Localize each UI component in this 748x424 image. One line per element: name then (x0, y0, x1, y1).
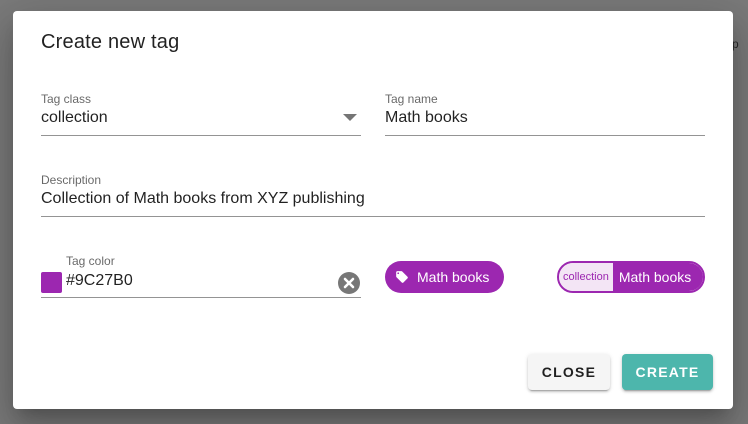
create-tag-dialog: Create new tag Tag class collection Tag … (13, 11, 733, 409)
chip-name-label: Math books (612, 263, 703, 291)
description-label: Description (41, 173, 102, 187)
tag-class-value[interactable]: collection (41, 109, 108, 127)
tag-class-select[interactable]: Tag class collection (41, 92, 361, 136)
description-field[interactable]: Description Collection of Math books fro… (41, 173, 705, 217)
tag-color-field[interactable]: Tag color #9C27B0 (41, 254, 361, 298)
dialog-title: Create new tag (41, 31, 180, 53)
tag-color-underline (41, 297, 361, 298)
chip-class-label: collection (559, 263, 613, 291)
description-underline (41, 216, 705, 217)
tag-name-field[interactable]: Tag name Math books (385, 92, 705, 136)
tag-name-underline (385, 135, 705, 136)
create-button[interactable]: CREATE (622, 354, 713, 390)
tag-class-underline (41, 135, 361, 136)
tag-name-input[interactable]: Math books (385, 109, 468, 127)
tag-preview-chip: Math books (385, 261, 504, 293)
close-circle-icon[interactable] (337, 271, 361, 295)
tag-preview-chip-with-class: collection Math books (557, 261, 705, 293)
close-button[interactable]: CLOSE (528, 354, 610, 390)
tag-icon (396, 271, 408, 283)
description-input[interactable]: Collection of Math books from XYZ publis… (41, 190, 365, 208)
tag-color-label: Tag color (66, 254, 115, 268)
tag-name-label: Tag name (385, 92, 438, 106)
tag-color-input[interactable]: #9C27B0 (66, 272, 133, 290)
color-swatch[interactable] (41, 272, 62, 293)
tag-preview-label: Math books (417, 269, 490, 285)
tag-class-label: Tag class (41, 92, 92, 106)
dropdown-arrow-icon[interactable] (343, 114, 357, 121)
